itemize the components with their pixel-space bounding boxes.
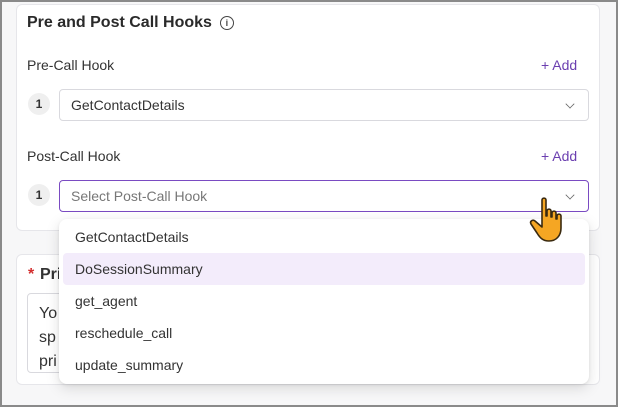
required-mark: * <box>28 266 35 283</box>
chevron-down-icon <box>565 99 575 109</box>
dropdown-option-hovered[interactable]: DoSessionSummary <box>63 253 585 285</box>
info-icon[interactable]: i <box>219 16 234 30</box>
pre-call-hook-label: Pre-Call Hook <box>27 57 115 73</box>
post-call-hook-label: Post-Call Hook <box>27 148 121 164</box>
pre-call-hook-value: GetContactDetails <box>71 97 185 113</box>
dropdown-option[interactable]: GetContactDetails <box>63 221 585 253</box>
post-call-hook-placeholder: Select Post-Call Hook <box>71 188 208 204</box>
chevron-down-icon <box>565 190 575 200</box>
dropdown-option[interactable]: update_summary <box>63 349 585 381</box>
post-call-index-badge: 1 <box>28 184 50 206</box>
section-title: Pre and Post Call Hooks i <box>27 14 234 32</box>
add-pre-call-hook-button[interactable]: + Add <box>541 57 577 73</box>
hand-pointer-icon <box>529 197 562 242</box>
add-post-call-hook-button[interactable]: + Add <box>541 148 577 164</box>
dropdown-option[interactable]: reschedule_call <box>63 317 585 349</box>
post-call-hook-dropdown: GetContactDetails DoSessionSummary get_a… <box>59 219 589 384</box>
post-call-hook-select[interactable]: Select Post-Call Hook <box>59 180 589 212</box>
pre-call-hook-select[interactable]: GetContactDetails <box>59 89 589 121</box>
dropdown-option[interactable]: get_agent <box>63 285 585 317</box>
section-title-text: Pre and Post Call Hooks <box>27 14 212 31</box>
pre-call-index-badge: 1 <box>28 93 50 115</box>
